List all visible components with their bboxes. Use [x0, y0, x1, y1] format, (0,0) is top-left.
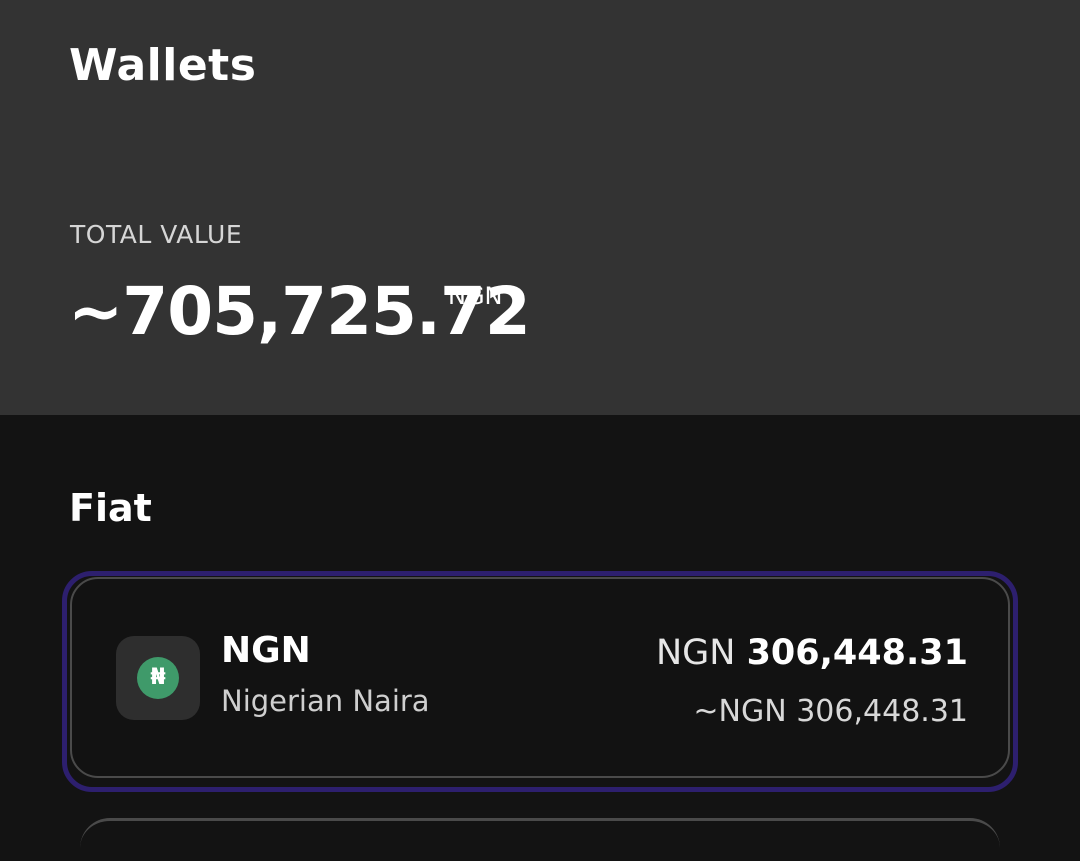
wallet-code: NGN [221, 630, 311, 671]
wallet-icon-tile: ₦ [116, 636, 200, 720]
wallet-card-next-partial[interactable] [80, 818, 1000, 861]
wallet-name: Nigerian Naira [221, 684, 430, 718]
page-title: Wallets [69, 40, 257, 91]
wallet-balance-currency: NGN [655, 633, 736, 673]
naira-coin-icon: ₦ [137, 657, 179, 699]
wallet-balance: NGN 306,448.31 [656, 631, 968, 675]
wallet-balance-value: 306,448.31 [746, 633, 968, 673]
wallet-card-ngn[interactable]: ₦ NGN Nigerian Naira NGN 306,448.31 ~NGN… [70, 577, 1010, 778]
wallet-approx-value: ~NGN 306,448.31 [693, 694, 968, 729]
section-title-fiat: Fiat [69, 486, 152, 530]
wallets-header-panel: Wallets TOTAL VALUE ~705,725.72 NGN [0, 0, 1080, 415]
total-value-currency: NGN [448, 282, 503, 310]
total-value-label: TOTAL VALUE [70, 220, 243, 249]
